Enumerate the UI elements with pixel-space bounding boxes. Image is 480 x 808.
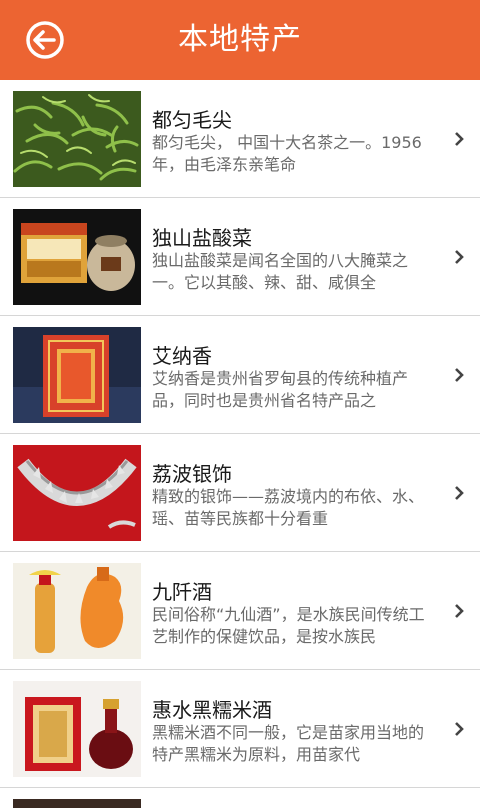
item-thumbnail-silver — [13, 445, 141, 541]
chevron-right-icon — [455, 368, 464, 382]
item-thumbnail-next — [13, 799, 141, 808]
item-thumbnail-ricewine — [13, 681, 141, 777]
item-name: 艾纳香 — [152, 344, 212, 368]
list-item[interactable]: 惠水黑糯米酒 黑糯米酒不同一般，它是苗家用当地的特产黑糯米为原料，用苗家代 — [0, 670, 480, 788]
list-item[interactable]: 九阡酒 民间俗称“九仙酒”，是水族民间传统工艺制作的保健饮品，是按水族民 — [0, 552, 480, 670]
page-title: 本地特产 — [178, 22, 302, 57]
item-thumbnail-liquor — [13, 563, 141, 659]
chevron-right-icon — [455, 132, 464, 146]
chevron-right-icon — [455, 722, 464, 736]
item-name: 独山盐酸菜 — [152, 226, 252, 250]
list-item[interactable] — [0, 788, 480, 808]
list-item[interactable]: 独山盐酸菜 独山盐酸菜是闻名全国的八大腌菜之一。它以其酸、辣、甜、咸俱全 — [0, 198, 480, 316]
chevron-right-icon — [455, 250, 464, 264]
item-name: 都匀毛尖 — [152, 108, 232, 132]
chevron-right-icon — [455, 604, 464, 618]
item-thumbnail-tea — [13, 91, 141, 187]
list-item[interactable]: 荔波银饰 精致的银饰——荔波境内的布依、水、瑶、苗等民族都十分看重 — [0, 434, 480, 552]
item-name: 惠水黑糯米酒 — [152, 698, 272, 722]
chevron-right-icon — [455, 486, 464, 500]
item-description: 都匀毛尖， 中国十大名茶之一。1956年，由毛泽东亲笔命 — [152, 133, 422, 174]
item-thumbnail-box — [13, 327, 141, 423]
app-header: 本地特产 — [0, 0, 480, 80]
specialty-list: 都匀毛尖 都匀毛尖， 中国十大名茶之一。1956年，由毛泽东亲笔命 独山盐酸菜 … — [0, 80, 480, 808]
item-thumbnail-pickle — [13, 209, 141, 305]
item-name: 九阡酒 — [152, 580, 212, 604]
item-description: 独山盐酸菜是闻名全国的八大腌菜之一。它以其酸、辣、甜、咸俱全 — [152, 251, 409, 292]
item-description: 黑糯米酒不同一般，它是苗家用当地的特产黑糯米为原料，用苗家代 — [152, 723, 425, 764]
item-description: 民间俗称“九仙酒”，是水族民间传统工艺制作的保健饮品，是按水族民 — [152, 605, 425, 646]
list-item[interactable]: 都匀毛尖 都匀毛尖， 中国十大名茶之一。1956年，由毛泽东亲笔命 — [0, 80, 480, 198]
item-description: 艾纳香是贵州省罗甸县的传统种植产品，同时也是贵州省名特产品之 — [152, 369, 409, 410]
item-name: 荔波银饰 — [152, 462, 232, 486]
list-item[interactable]: 艾纳香 艾纳香是贵州省罗甸县的传统种植产品，同时也是贵州省名特产品之 — [0, 316, 480, 434]
item-description: 精致的银饰——荔波境内的布依、水、瑶、苗等民族都十分看重 — [152, 487, 425, 528]
